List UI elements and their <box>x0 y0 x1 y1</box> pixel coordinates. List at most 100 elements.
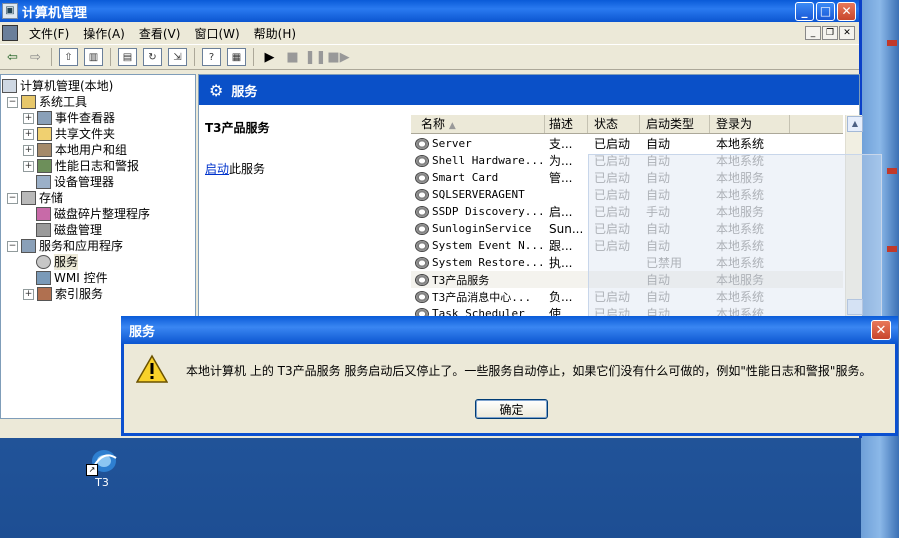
wmi-icon <box>36 271 51 285</box>
column-startup-type[interactable]: 启动类型 <box>640 115 710 133</box>
service-gear-icon <box>415 154 429 167</box>
restart-service-icon[interactable]: ■▶ <box>327 47 349 67</box>
tree-node-performance-logs[interactable]: + 性能日志和警报 <box>23 158 139 174</box>
menu-help[interactable]: 帮助(H) <box>247 25 303 42</box>
dialog-message: 本地计算机 上的 T3产品服务 服务启动后又停止了。一些服务自动停止，如果它们没… <box>186 364 872 378</box>
tree-node-event-viewer[interactable]: + 事件查看器 <box>23 110 115 126</box>
child-restore-button[interactable]: ❐ <box>822 26 838 40</box>
services-apps-icon <box>21 239 36 253</box>
tree-node-services[interactable]: 服务 <box>36 254 79 270</box>
column-status[interactable]: 状态 <box>588 115 640 133</box>
properties-icon[interactable]: ▤ <box>118 48 137 66</box>
indexing-icon <box>37 287 52 301</box>
service-status: 已启动 <box>594 137 631 151</box>
tree-node-services-and-apps[interactable]: − 服务和应用程序 <box>7 238 123 254</box>
desktop-icon-t3[interactable]: ↗ T3 <box>84 446 120 489</box>
dialog-close-button[interactable]: ✕ <box>871 320 891 340</box>
column-log-on-as[interactable]: 登录为 <box>710 115 790 133</box>
window-title: 计算机管理 <box>22 5 88 21</box>
tree-node-disk-management[interactable]: 磁盘管理 <box>36 222 102 238</box>
service-name: System Event N... <box>432 239 545 252</box>
menu-action[interactable]: 操作(A) <box>76 25 132 42</box>
start-service-link[interactable]: 启动 <box>205 162 229 176</box>
export-list-icon[interactable]: ⇲ <box>168 48 187 66</box>
tree-node-storage[interactable]: − 存储 <box>7 190 63 206</box>
column-name[interactable]: 名称 ▲ <box>411 115 545 133</box>
minimize-button[interactable]: _ <box>795 1 814 21</box>
service-log-on-as: 本地系统 <box>716 137 765 151</box>
stop-service-icon[interactable]: ■ <box>282 47 303 67</box>
service-description: 执... <box>549 256 573 270</box>
service-gear-icon <box>415 290 429 303</box>
tree-node-root[interactable]: 计算机管理(本地) <box>2 78 113 94</box>
service-gear-icon <box>415 188 429 201</box>
service-description: 跟... <box>549 239 573 253</box>
show-hide-tree-icon[interactable]: ▥ <box>84 48 103 66</box>
event-viewer-icon <box>37 111 52 125</box>
service-error-dialog: 服务 ✕ 本地计算机 上的 T3产品服务 服务启动后又停止了。一些服务自动停止，… <box>121 316 898 436</box>
selected-service-title: T3产品服务 <box>205 121 270 135</box>
tree-node-local-users[interactable]: + 本地用户和组 <box>23 142 127 158</box>
toolbar: ⇦ ⇨ ⇧ ▥ ▤ ↻ ⇲ ? ▦ ▶ ■ ❚❚ ■▶ <box>0 44 859 70</box>
computer-icon <box>2 79 17 93</box>
collapse-icon[interactable]: − <box>7 96 18 108</box>
expand-icon[interactable]: + <box>23 160 34 172</box>
service-name: T3产品消息中心... <box>432 290 532 304</box>
expand-icon[interactable]: + <box>23 128 34 140</box>
console-view-icon[interactable]: ▦ <box>227 48 246 66</box>
tree-node-device-manager[interactable]: 设备管理器 <box>36 174 114 190</box>
tree-node-defrag[interactable]: 磁盘碎片整理程序 <box>36 206 150 222</box>
shared-folder-icon <box>37 127 52 141</box>
tree-node-wmi-control[interactable]: WMI 控件 <box>36 270 108 286</box>
disk-management-icon <box>36 223 51 237</box>
collapse-icon[interactable]: − <box>7 240 18 252</box>
dialog-title-bar[interactable]: 服务 <box>121 316 898 344</box>
tree-node-indexing-service[interactable]: + 索引服务 <box>23 286 103 302</box>
tree-node-system-tools[interactable]: − 系统工具 <box>7 94 87 110</box>
help-icon[interactable]: ? <box>202 48 221 66</box>
menu-window[interactable]: 窗口(W) <box>187 25 246 42</box>
forward-arrow-icon[interactable]: ⇨ <box>25 47 46 67</box>
expand-icon[interactable]: + <box>23 112 34 124</box>
computer-management-icon: ▣ <box>2 3 18 19</box>
child-close-button[interactable]: ✕ <box>839 26 855 40</box>
start-service-icon[interactable]: ▶ <box>259 47 280 67</box>
users-icon <box>37 143 52 157</box>
service-description: 为... <box>549 154 573 168</box>
list-header: 名称 ▲ 描述 状态 启动类型 登录为 <box>411 115 843 134</box>
service-startup-type: 自动 <box>646 137 671 151</box>
expand-icon[interactable]: + <box>23 288 34 300</box>
device-manager-icon <box>36 175 51 189</box>
app-menu-icon[interactable] <box>2 25 18 41</box>
child-minimize-button[interactable]: _ <box>805 26 821 40</box>
tools-icon <box>21 95 36 109</box>
defrag-icon <box>36 207 51 221</box>
service-name: SQLSERVERAGENT <box>432 188 525 201</box>
gear-icon <box>36 255 51 269</box>
table-row[interactable]: Server 支... 已启动 自动 本地系统 <box>411 135 843 152</box>
menu-view[interactable]: 查看(V) <box>132 25 188 42</box>
maximize-button[interactable]: □ <box>816 1 835 21</box>
tree-node-shared-folders[interactable]: + 共享文件夹 <box>23 126 115 142</box>
title-bar[interactable]: ▣ 计算机管理 _ □ ✕ <box>0 0 859 22</box>
service-description: 支... <box>549 137 573 151</box>
ok-button[interactable]: 确定 <box>475 399 548 419</box>
scroll-up-icon[interactable]: ▲ <box>847 116 863 132</box>
back-arrow-icon[interactable]: ⇦ <box>2 47 23 67</box>
close-button[interactable]: ✕ <box>837 1 856 21</box>
service-name: Server <box>432 137 472 150</box>
service-gear-icon <box>415 222 429 235</box>
pause-service-icon[interactable]: ❚❚ <box>305 47 327 67</box>
service-name: T3产品服务 <box>432 273 490 287</box>
column-description[interactable]: 描述 <box>545 115 588 133</box>
refresh-icon[interactable]: ↻ <box>143 48 162 66</box>
service-gear-icon <box>415 171 429 184</box>
services-header: ⚙ 服务 <box>199 75 859 105</box>
expand-icon[interactable]: + <box>23 144 34 156</box>
service-gear-icon <box>415 205 429 218</box>
collapse-icon[interactable]: − <box>7 192 18 204</box>
storage-icon <box>21 191 36 205</box>
up-folder-icon[interactable]: ⇧ <box>59 48 78 66</box>
menu-file[interactable]: 文件(F) <box>22 25 76 42</box>
service-name: SunloginService <box>432 222 532 235</box>
